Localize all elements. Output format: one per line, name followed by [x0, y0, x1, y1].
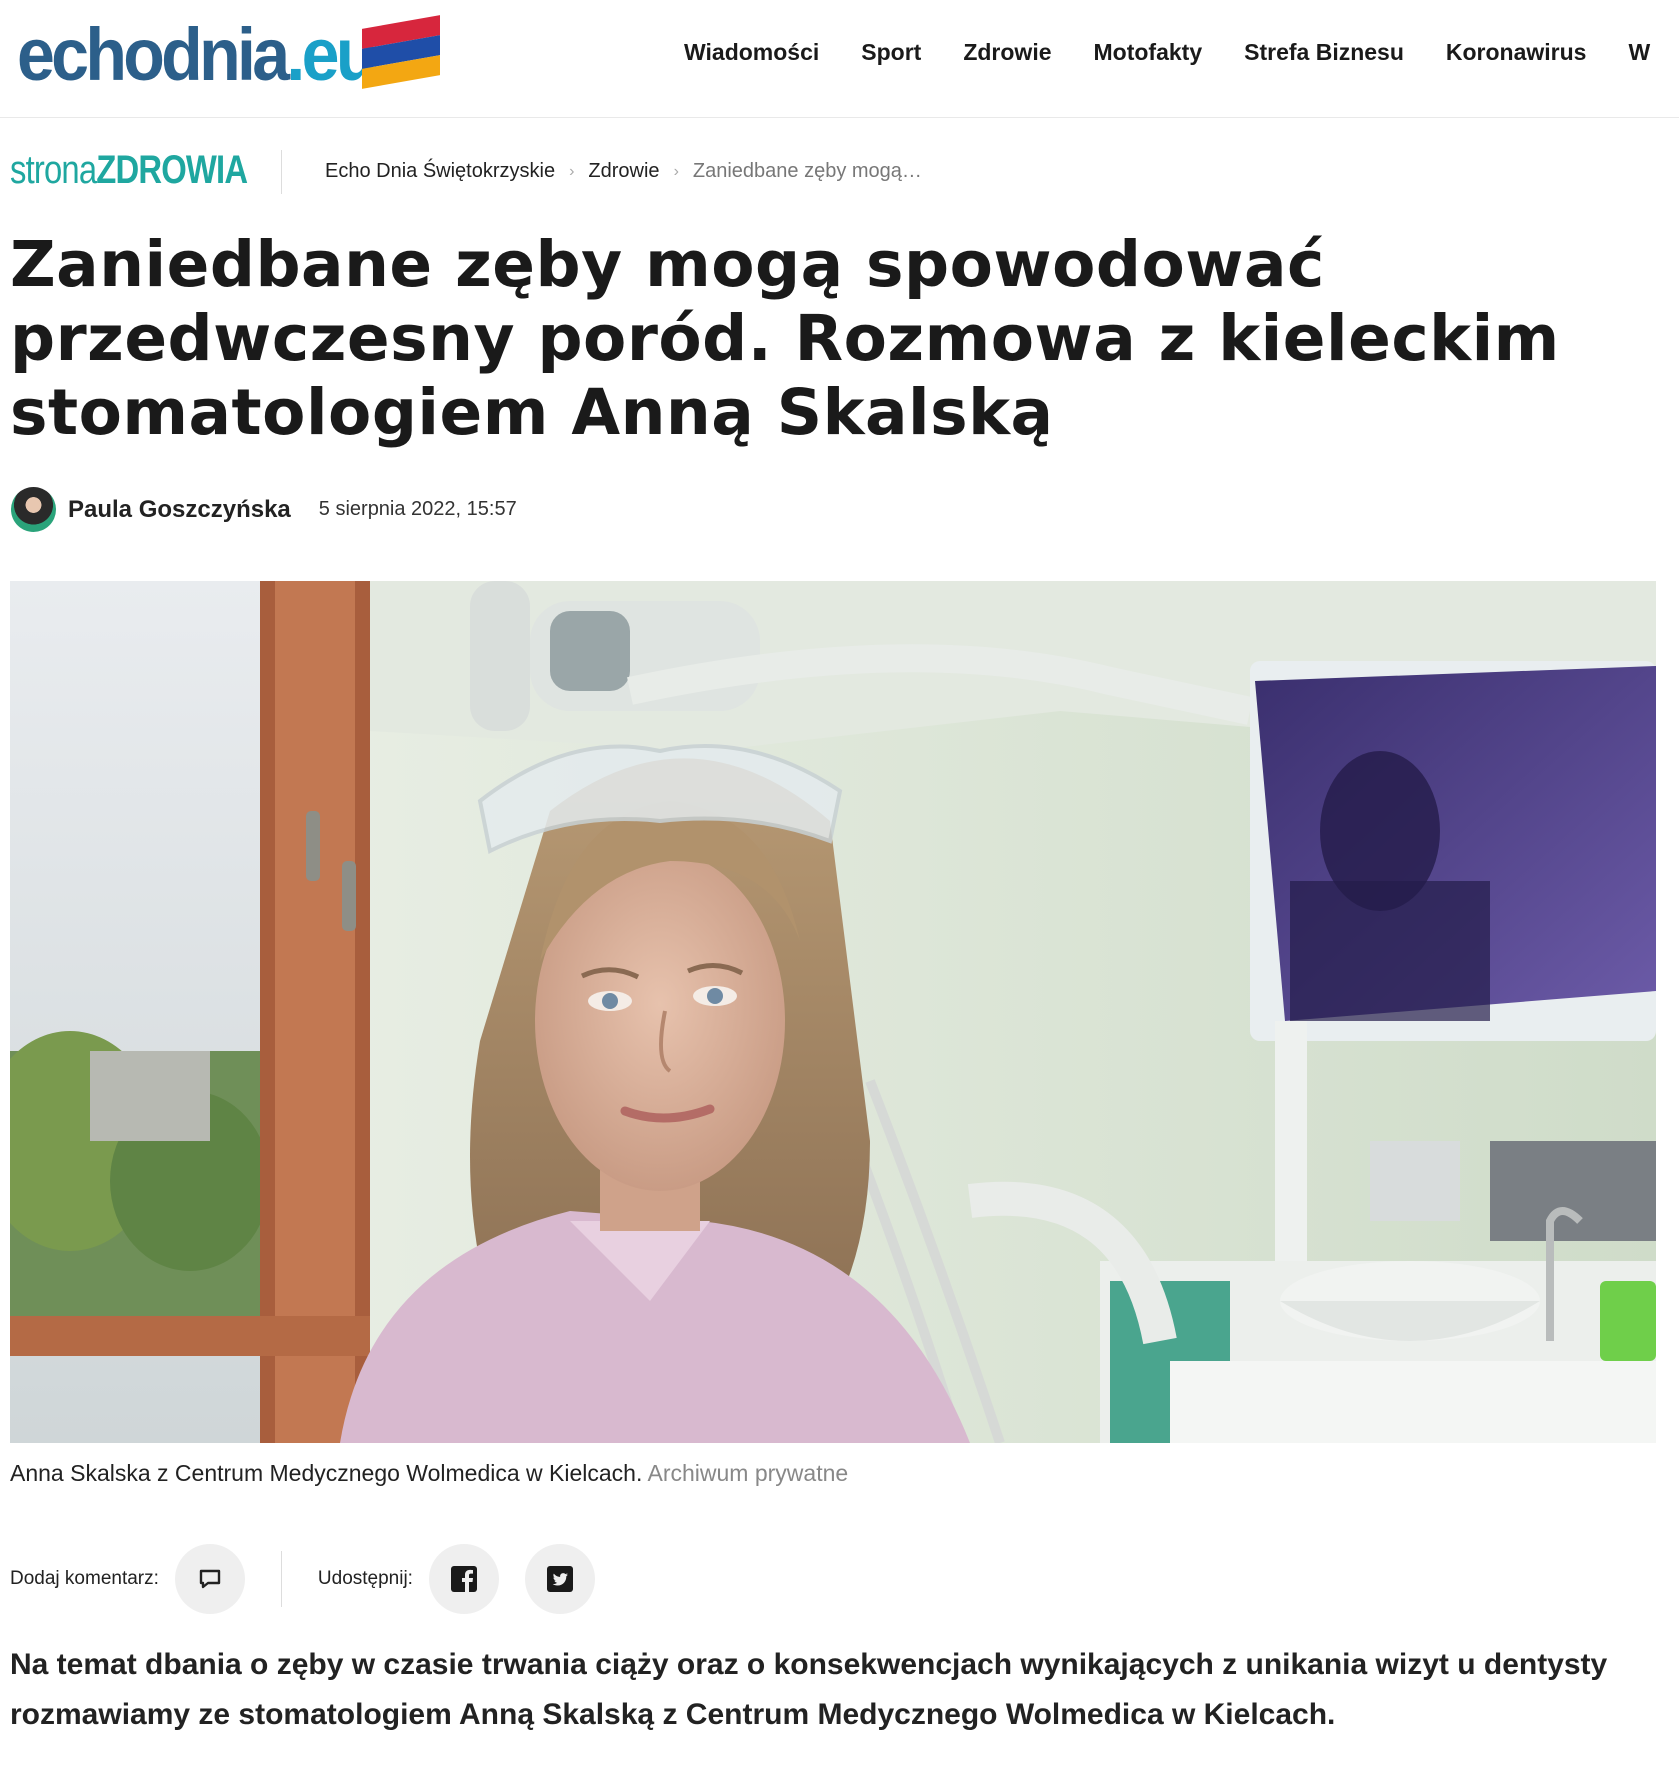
site-header: echodnia.eu Wiadomości Sport Zdrowie Mot…	[0, 0, 1679, 118]
nav-item-wiadomosci[interactable]: Wiadomości	[684, 39, 819, 66]
section-brand-logo[interactable]: stronaZDROWIA	[10, 148, 248, 193]
nav-item-more[interactable]: W	[1628, 39, 1650, 66]
breadcrumb: Echo Dnia Świętokrzyskie › Zdrowie › Zan…	[325, 160, 922, 183]
logo-text: echodnia.eu	[17, 13, 377, 96]
comment-icon	[199, 1569, 221, 1589]
nav-item-motofakty[interactable]: Motofakty	[1094, 39, 1203, 66]
article-meta: Paula Goszczyńska 5 sierpnia 2022, 15:57	[11, 487, 517, 532]
share-facebook-button[interactable]	[428, 1544, 499, 1614]
image-caption: Anna Skalska z Centrum Medycznego Wolmed…	[10, 1460, 849, 1486]
nav-item-zdrowie[interactable]: Zdrowie	[963, 39, 1051, 66]
nav-item-koronawirus[interactable]: Koronawirus	[1446, 39, 1587, 66]
flag-icon	[362, 15, 440, 91]
facebook-icon	[450, 1566, 477, 1593]
share-bar: Dodaj komentarz: Udostępnij:	[10, 1543, 595, 1615]
divider	[281, 150, 282, 194]
share-twitter-button[interactable]	[524, 1544, 595, 1614]
nav-item-strefa-biznesu[interactable]: Strefa Biznesu	[1244, 39, 1404, 66]
image-credit: Archiwum prywatne	[647, 1460, 849, 1486]
nav-item-sport[interactable]: Sport	[861, 39, 921, 66]
author-name[interactable]: Paula Goszczyńska	[68, 496, 291, 524]
breadcrumb-item-section[interactable]: Zdrowie	[588, 160, 659, 183]
author-avatar[interactable]	[11, 487, 56, 532]
article-lead: Na temat dbania o zęby w czasie trwania …	[10, 1648, 1608, 1731]
article-hero-image[interactable]	[10, 581, 1656, 1443]
breadcrumb-item-current: Zaniedbane zęby mogą…	[692, 160, 922, 182]
comment-label: Dodaj komentarz:	[10, 1568, 159, 1589]
chevron-right-icon: ›	[569, 162, 575, 180]
main-nav: Wiadomości Sport Zdrowie Motofakty Stref…	[684, 0, 1679, 104]
twitter-icon	[546, 1566, 573, 1592]
divider	[280, 1551, 282, 1607]
site-logo[interactable]: echodnia.eu	[17, 10, 405, 100]
article-title: Zaniedbane zęby mogą spowodować przedwcz…	[10, 228, 1560, 449]
chevron-right-icon: ›	[673, 162, 679, 180]
publish-date: 5 sierpnia 2022, 15:57	[318, 498, 517, 520]
add-comment-button[interactable]	[174, 1544, 245, 1614]
breadcrumb-item-home[interactable]: Echo Dnia Świętokrzyskie	[325, 160, 555, 183]
share-label: Udostępnij:	[317, 1568, 413, 1589]
